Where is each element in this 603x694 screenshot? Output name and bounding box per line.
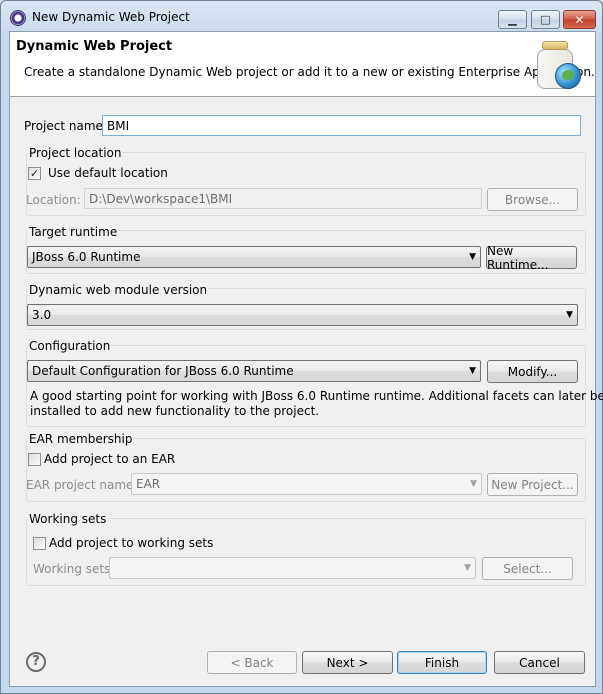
target-runtime-title: Target runtime [28,225,119,239]
globe-icon [555,63,581,89]
eclipse-icon [10,10,26,26]
new-project-button[interactable]: New Project... [487,473,578,496]
target-runtime-select[interactable]: JBoss 6.0 Runtime ▼ [27,246,481,268]
next-button[interactable]: Next > [302,651,393,674]
jar-globe-icon [537,41,581,89]
chevron-down-icon: ▼ [470,479,477,489]
add-to-working-sets-checkbox[interactable] [33,537,46,550]
configuration-value: Default Configuration for JBoss 6.0 Runt… [32,364,294,378]
help-icon[interactable]: ? [26,652,46,672]
ear-project-select[interactable]: EAR ▼ [131,473,482,495]
cancel-button[interactable]: Cancel [494,651,585,674]
working-sets-title: Working sets [28,512,108,526]
ear-project-name-label: EAR project name: [26,478,138,492]
module-version-value: 3.0 [32,308,52,322]
location-label: Location: [26,193,81,207]
module-version-select[interactable]: 3.0 ▼ [27,304,578,326]
configuration-select[interactable]: Default Configuration for JBoss 6.0 Runt… [27,360,481,382]
add-to-ear-checkbox[interactable] [28,453,41,466]
configuration-title: Configuration [28,339,112,353]
add-to-ear-label[interactable]: Add project to an EAR [44,452,175,466]
chevron-down-icon: ▼ [464,563,471,573]
page-description: Create a standalone Dynamic Web project … [24,65,595,79]
use-default-location-checkbox[interactable]: ✓ [28,167,41,180]
select-button[interactable]: Select... [482,557,573,580]
back-button[interactable]: < Back [207,651,297,674]
chevron-down-icon: ▼ [469,366,476,376]
new-runtime-button[interactable]: New Runtime... [486,244,577,272]
maximize-button[interactable]: □ [531,10,560,29]
page-title: Dynamic Web Project [16,39,173,54]
chevron-down-icon: ▼ [469,252,476,262]
configuration-description-line1: A good starting point for working with J… [30,389,603,403]
target-runtime-value: JBoss 6.0 Runtime [32,250,141,264]
title-bar[interactable]: New Dynamic Web Project ▁ □ ✕ [1,1,602,31]
project-location-title: Project location [28,146,123,160]
location-input[interactable]: D:\Dev\workspace1\BMI [84,188,482,209]
ear-membership-title: EAR membership [28,432,134,446]
jar-lid-icon [542,41,568,50]
close-button[interactable]: ✕ [563,10,596,29]
working-sets-label: Working sets: [33,562,115,576]
finish-button[interactable]: Finish [397,651,487,674]
wizard-header: Dynamic Web Project Create a standalone … [10,32,595,97]
project-name-input[interactable]: BMI [102,115,581,136]
modify-button[interactable]: Modify... [487,360,578,383]
project-name-label: Project name: [24,119,107,133]
chevron-down-icon: ▼ [566,310,573,320]
minimize-button[interactable]: ▁ [498,10,527,29]
dialog-content: Dynamic Web Project Create a standalone … [9,31,603,687]
use-default-location-label[interactable]: Use default location [48,166,168,180]
working-sets-select[interactable]: ▼ [109,557,476,579]
dialog-window: New Dynamic Web Project ▁ □ ✕ Dynamic We… [0,0,603,694]
add-to-working-sets-label[interactable]: Add project to working sets [49,536,213,550]
browse-button[interactable]: Browse... [487,188,578,211]
window-title: New Dynamic Web Project [32,10,190,24]
configuration-description-line2: installed to add new functionality to th… [30,404,320,418]
ear-project-value: EAR [136,477,161,491]
module-version-title: Dynamic web module version [28,283,209,297]
